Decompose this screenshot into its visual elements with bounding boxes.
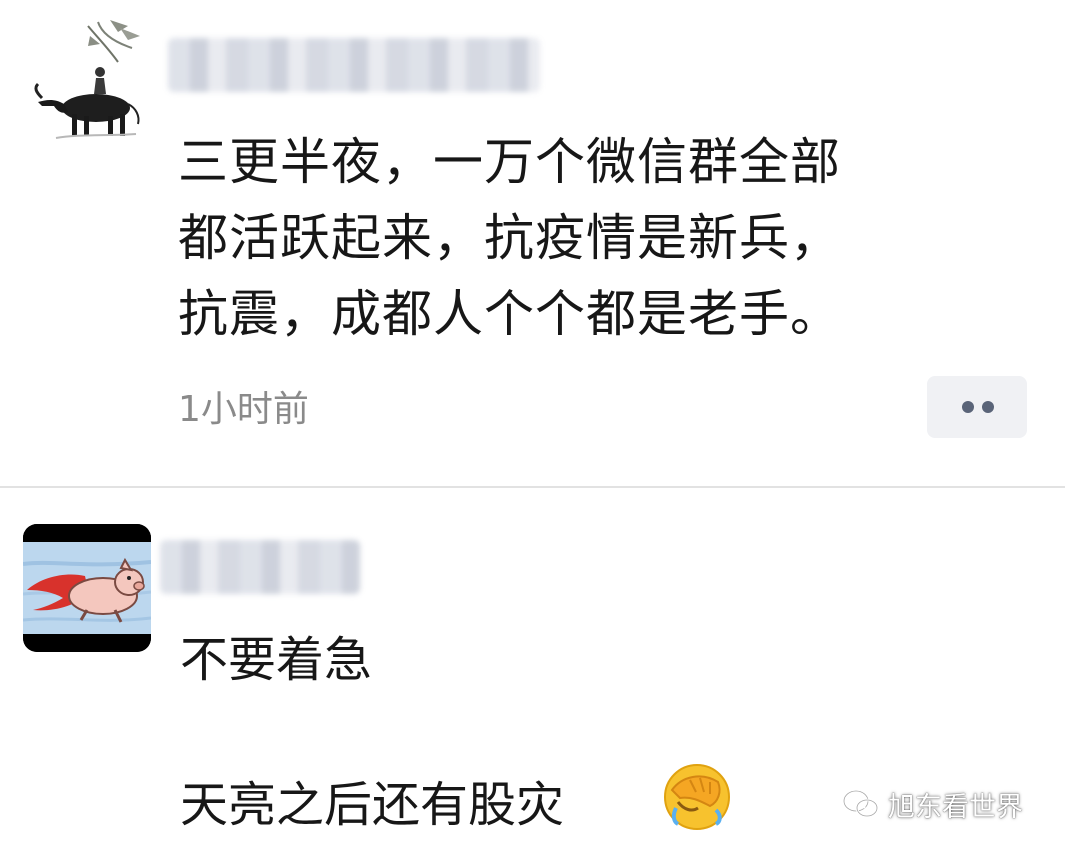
author-name-blurred[interactable] (168, 38, 540, 92)
flying-pig-icon (23, 524, 151, 652)
post-timestamp: 1小时前 (178, 389, 309, 430)
buffalo-rider-icon (34, 20, 140, 139)
avatar[interactable] (28, 18, 150, 146)
author-name-blurred[interactable] (160, 540, 360, 594)
wechat-icon (842, 789, 879, 818)
more-dot-icon (982, 401, 994, 413)
divider (0, 486, 1065, 488)
moment-post: 三更半夜，一万个微信群全部 都活跃起来，抗疫情是新兵， 抗震，成都人个个都是老手… (0, 0, 1065, 486)
more-options-button[interactable] (927, 376, 1027, 438)
comment-text-line-2: 天亮之后还有股灾 (180, 777, 565, 833)
post-text: 三更半夜，一万个微信群全部 都活跃起来，抗疫情是新兵， 抗震，成都人个个都是老手… (178, 133, 841, 343)
avatar[interactable] (23, 524, 151, 652)
more-dot-icon (962, 401, 974, 413)
comment-text-line-1: 不要着急 (180, 632, 373, 688)
watermark: 旭东看世界 (842, 786, 1023, 823)
watermark-text: 旭东看世界 (888, 791, 1023, 823)
facepalm-emoji-icon (662, 762, 732, 832)
